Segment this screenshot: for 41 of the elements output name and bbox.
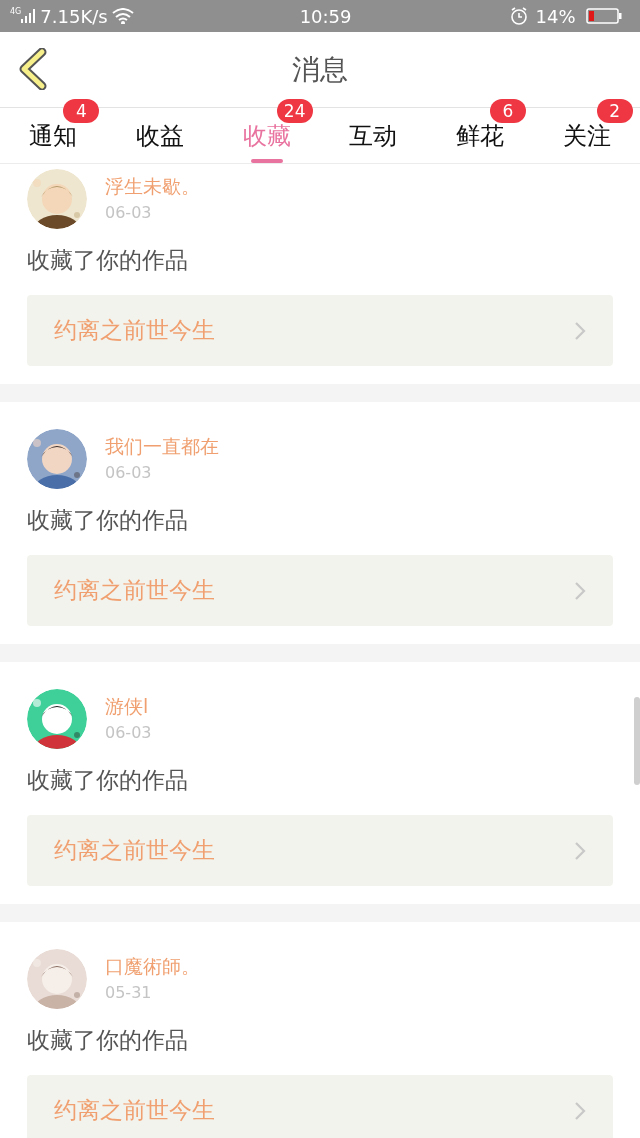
count-badge: 4	[63, 99, 100, 123]
page-title: 消息	[292, 51, 348, 88]
user-name[interactable]: 我们一直都在	[105, 432, 219, 460]
chevron-right-icon	[574, 840, 586, 861]
action-text: 收藏了你的作品	[27, 246, 189, 275]
alarm-icon	[509, 7, 528, 25]
battery-icon	[585, 8, 622, 24]
tab-indicator	[250, 159, 283, 163]
count-badge: 24	[276, 99, 313, 123]
user-name[interactable]: 口魔術師。	[105, 952, 200, 980]
tab[interactable]: 关注	[562, 121, 611, 151]
chevron-right-icon	[574, 1100, 586, 1121]
speed-label: 7.15K/s	[40, 4, 108, 29]
network-label: 4G	[10, 6, 22, 18]
tab[interactable]: 鲜花	[456, 121, 504, 151]
tab[interactable]: 通知	[29, 121, 78, 151]
user-name[interactable]: 浮生未歇。	[105, 172, 200, 200]
work-link[interactable]: 约离之前世今生	[27, 295, 613, 366]
message-date: 06-03	[105, 722, 152, 744]
message-date: 05-31	[105, 982, 153, 1004]
back-icon[interactable]	[18, 48, 48, 90]
work-link[interactable]: 约离之前世今生	[27, 555, 613, 626]
count-badge: 2	[596, 99, 633, 123]
tab[interactable]: 收益	[136, 121, 184, 151]
signal-icon	[21, 9, 36, 23]
message-date: 06-03	[105, 202, 153, 224]
count-badge: 6	[490, 99, 526, 123]
chevron-right-icon	[574, 580, 586, 601]
action-text: 收藏了你的作品	[27, 1026, 189, 1055]
wifi-icon	[111, 8, 134, 24]
work-link[interactable]: 约离之前世今生	[27, 1075, 613, 1138]
chevron-right-icon	[574, 320, 586, 341]
action-text: 收藏了你的作品	[27, 766, 189, 795]
tab[interactable]: 互动	[349, 121, 398, 151]
work-link[interactable]: 约离之前世今生	[27, 815, 613, 886]
tab[interactable]: 收藏	[242, 121, 291, 151]
action-text: 收藏了你的作品	[27, 506, 189, 535]
battery-label: 14%	[535, 4, 576, 29]
message-date: 06-03	[105, 462, 153, 484]
user-name[interactable]: 游侠l	[105, 692, 152, 720]
clock: 10:59	[299, 4, 352, 29]
